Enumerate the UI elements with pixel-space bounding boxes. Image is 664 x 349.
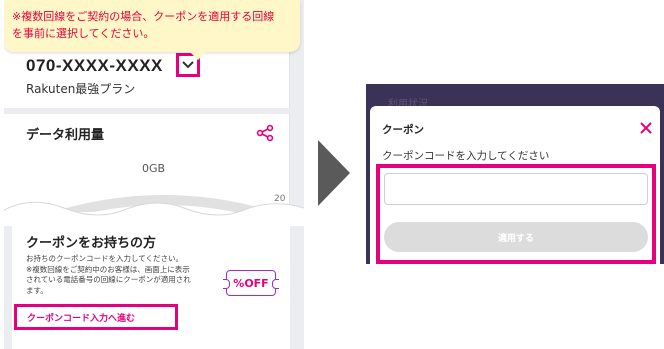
coupon-desc-line-4: ます。 xyxy=(26,285,48,295)
right-phone-screen: 利用状況 クーポン クーポンコードを入力してください 適用する xyxy=(366,84,664,264)
tooltip-line-1: ※複数回線をご契約の場合、クーポンを適用する回線 xyxy=(12,10,275,23)
left-phone-screen: 070-XXXX-XXXX Rakuten最強プラン データ利用量 0GB 20… xyxy=(4,0,304,349)
line-select-tooltip: ※複数回線をご契約の場合、クーポンを適用する回線 を事前に選択してください。 xyxy=(4,0,300,60)
torn-edge xyxy=(4,201,304,226)
arrow-right-icon xyxy=(318,140,350,206)
tooltip-text: ※複数回線をご契約の場合、クーポンを適用する回線 を事前に選択してください。 xyxy=(12,8,296,42)
coupon-description: お持ちのクーポンコードを入力してください。 ※複数回線をご契約中のお客様は、画面… xyxy=(26,254,226,296)
close-icon[interactable] xyxy=(640,122,652,134)
coupon-card: クーポンをお持ちの方 お持ちのクーポンコードを入力してください。 ※複数回線をご… xyxy=(12,212,290,349)
chevron-down-icon xyxy=(182,61,194,69)
highlight-frame xyxy=(376,164,656,264)
coupon-desc-line-1: お持ちのクーポンコードを入力してください。 xyxy=(26,254,184,263)
coupon-modal: クーポン クーポンコードを入力してください 適用する xyxy=(370,106,660,264)
coupon-code-entry-link[interactable]: クーポンコード入力へ進む xyxy=(14,304,178,330)
share-icon[interactable] xyxy=(256,124,274,142)
tooltip-line-2: を事前に選択してください。 xyxy=(12,27,155,40)
section-divider xyxy=(4,108,290,114)
coupon-section-title: クーポンをお持ちの方 xyxy=(26,236,157,251)
coupon-desc-line-3: されている電話番号の回線にクーポンが適用され xyxy=(26,275,191,284)
coupon-desc-line-2: ※複数回線をご契約中のお客様は、画面上に表示 xyxy=(26,264,190,274)
modal-title: クーポン xyxy=(382,124,424,136)
phone-number: 070-XXXX-XXXX xyxy=(26,56,163,75)
coupon-ticket-icon: %OFF xyxy=(223,270,279,296)
plan-name: Rakuten最強プラン xyxy=(26,82,136,96)
coupon-input-label: クーポンコードを入力してください xyxy=(382,150,550,162)
data-usage-title: データ利用量 xyxy=(26,128,105,143)
data-usage-value: 0GB xyxy=(142,162,166,175)
